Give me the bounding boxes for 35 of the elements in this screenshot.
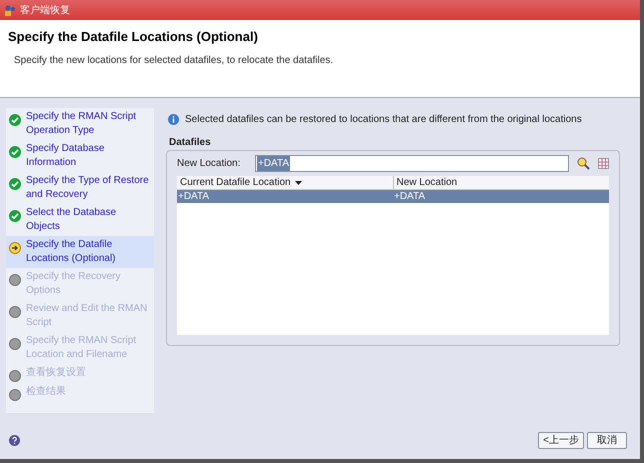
location-field[interactable]: +DATA: [255, 155, 569, 172]
table-row[interactable]: +DATA +DATA: [177, 190, 609, 203]
step-item[interactable]: Specify Database Information: [6, 140, 154, 172]
check-icon: [9, 114, 21, 126]
page-title: Specify the Datafile Locations (Optional): [8, 28, 259, 46]
column-header[interactable]: New Location: [392, 176, 609, 189]
wizard-button[interactable]: 取消: [587, 432, 627, 448]
grid-icon[interactable]: [598, 158, 609, 169]
field-label: New Location:: [177, 157, 242, 171]
help-icon[interactable]: [9, 434, 20, 446]
step-item[interactable]: Specify the Datafile Locations (Optional): [6, 236, 154, 268]
column-header[interactable]: Current Datafile Location: [177, 176, 392, 189]
group-title: Datafiles: [169, 136, 212, 150]
circle-icon: [9, 274, 21, 286]
check-icon: [9, 146, 21, 158]
circle-icon: [9, 306, 21, 318]
circle-icon: [9, 370, 21, 382]
step-item[interactable]: Select the Database Objects: [6, 204, 154, 236]
wizard-button[interactable]: <上一步: [538, 432, 584, 448]
step-item[interactable]: Specify the Type of Restore and Recovery: [6, 172, 154, 204]
step-item[interactable]: Specify the RMAN Script Operation Type: [6, 108, 154, 140]
page-description: Specify the new locations for selected datafiles, to relocate the datafiles.: [14, 54, 334, 68]
table-cell-text: +DATA: [177, 190, 210, 203]
search-icon[interactable]: [577, 157, 590, 170]
info-icon: [168, 114, 179, 125]
check-icon: [9, 178, 21, 190]
dropdown-icon: [294, 180, 302, 184]
window-title: 客户端恢复: [20, 4, 70, 18]
people-icon: [4, 4, 16, 16]
arrow-circle-icon: [9, 242, 21, 254]
circle-icon: [9, 338, 21, 350]
circle-icon: [9, 389, 21, 401]
check-icon: [9, 210, 21, 222]
info-text: Selected datafiles can be restored to locations that are different from the original locations: [185, 113, 582, 127]
table-cell-text: +DATA: [393, 190, 426, 203]
